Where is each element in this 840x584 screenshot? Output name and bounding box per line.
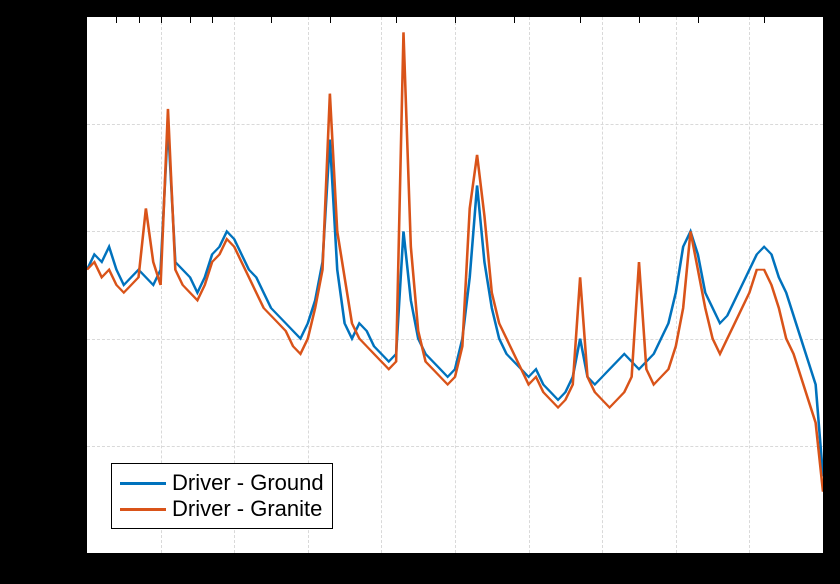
series-driver-granite [87, 32, 823, 491]
legend-item-ground: Driver - Ground [120, 470, 324, 496]
legend-swatch-icon [120, 482, 166, 485]
legend-item-granite: Driver - Granite [120, 496, 324, 522]
plot-area: Driver - Ground Driver - Granite [85, 15, 825, 555]
legend-label: Driver - Granite [172, 496, 322, 522]
legend: Driver - Ground Driver - Granite [111, 463, 333, 529]
legend-label: Driver - Ground [172, 470, 324, 496]
legend-swatch-icon [120, 508, 166, 511]
chart-stage: Driver - Ground Driver - Granite [0, 0, 840, 584]
